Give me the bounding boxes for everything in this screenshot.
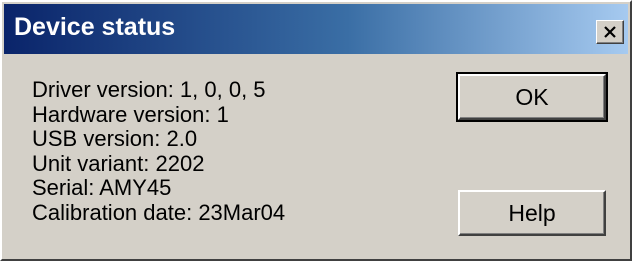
ok-button-label: OK [515, 83, 549, 110]
hardware-version-text: Hardware version: 1 [32, 101, 229, 127]
device-info-list: Driver version: 1, 0, 0, 5 Hardware vers… [32, 77, 286, 225]
usb-version-text: USB version: 2.0 [32, 126, 198, 151]
unit-variant-text: Unit variant: 2202 [32, 150, 205, 176]
close-button[interactable] [596, 20, 624, 44]
title-bar[interactable]: Device status [4, 4, 628, 54]
window-title: Device status [14, 13, 176, 41]
calibration-date-text: Calibration date: 23Mar04 [32, 199, 286, 225]
close-icon [604, 26, 616, 38]
help-button[interactable]: Help [458, 190, 606, 236]
ok-button[interactable]: OK [456, 72, 608, 122]
device-status-dialog: Device status Driver version: 1, 0, 0, 5… [0, 0, 632, 261]
driver-version-text: Driver version: 1, 0, 0, 5 [32, 77, 266, 102]
serial-text: Serial: AMY45 [32, 175, 172, 200]
help-button-label: Help [508, 199, 556, 226]
